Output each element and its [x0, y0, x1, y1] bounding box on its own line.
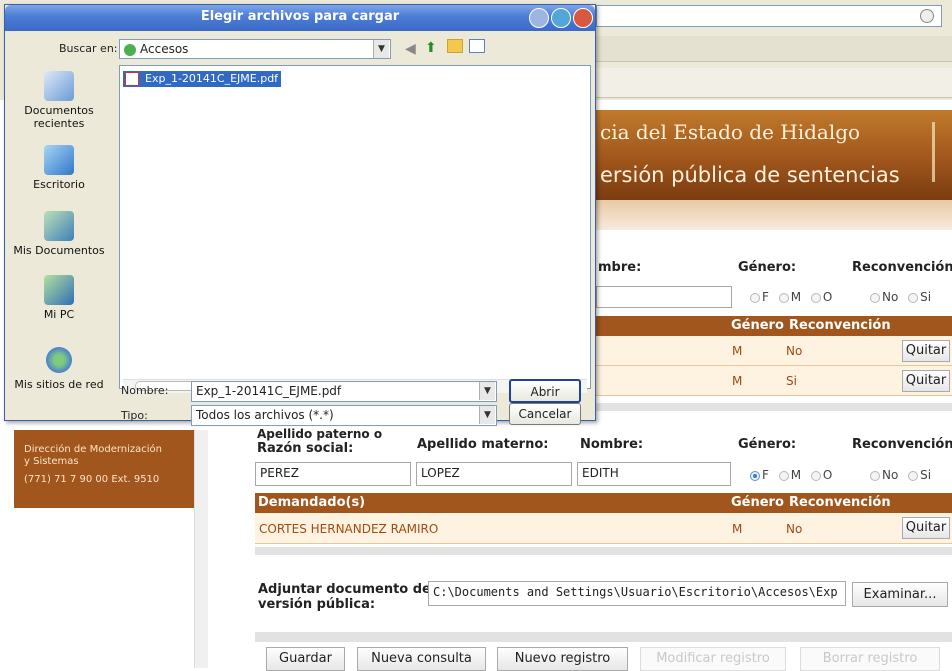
adjuntar-label-1: Adjuntar documento de — [258, 582, 431, 597]
reconvencion-label-1: Reconvención: — [852, 260, 952, 275]
adjuntar-label-2: versión pública: — [258, 597, 376, 612]
file-list[interactable] — [119, 65, 591, 389]
place-my-computer[interactable]: Mi PC — [9, 275, 109, 321]
back-icon[interactable]: ◀ — [405, 41, 416, 57]
nueva-consulta-button[interactable]: Nueva consulta — [357, 647, 486, 671]
place-network[interactable]: Mis sitios de red — [9, 345, 109, 391]
banner-subtitle: ersión pública de sentencias — [600, 163, 900, 187]
address-bar[interactable] — [596, 5, 942, 27]
radio-si-1[interactable] — [908, 292, 919, 303]
cancel-button[interactable]: Cancelar — [509, 403, 581, 425]
radio-f-2[interactable] — [750, 470, 760, 481]
section-divider — [596, 403, 952, 411]
quitar-button[interactable]: Quitar — [902, 517, 950, 539]
apellido-materno-label: Apellido materno: — [417, 437, 549, 452]
new-folder-icon[interactable] — [447, 39, 463, 53]
razon-social-label: Razón social: — [257, 441, 354, 456]
radio-no-2[interactable] — [870, 470, 880, 481]
modificar-registro-button[interactable]: Modificar registro — [640, 647, 786, 671]
chevron-down-icon[interactable]: ▼ — [479, 382, 495, 400]
genero-radios-2[interactable]: F M O — [750, 468, 832, 482]
banner-title: cia del Estado de Hidalgo — [600, 120, 861, 144]
contact-panel: Dirección de Modernización y Sistemas (7… — [14, 430, 194, 508]
close-icon[interactable] — [573, 8, 593, 28]
nombre-input-1[interactable] — [596, 286, 732, 308]
banner-gradient — [596, 200, 952, 230]
filename-input[interactable]: Exp_1-20141C_EJME.pdf — [191, 381, 497, 402]
chevron-down-icon[interactable]: ▼ — [479, 406, 495, 424]
apellido-paterno-input[interactable]: PEREZ — [255, 462, 411, 486]
left-scrollbar[interactable] — [194, 430, 208, 668]
section-divider — [255, 632, 952, 642]
reconvencion-radios-2[interactable]: No Si — [870, 468, 931, 482]
view-menu-icon[interactable] — [469, 39, 485, 53]
radio-o-1[interactable] — [810, 292, 821, 303]
desktop-icon — [44, 145, 74, 175]
place-desktop[interactable]: Escritorio — [9, 145, 109, 191]
folder-icon — [124, 43, 136, 56]
genero-label-2: Género: — [738, 437, 797, 452]
radio-m-2[interactable] — [778, 470, 789, 481]
help-icon[interactable] — [551, 8, 571, 28]
contact-line-2: y Sistemas — [24, 456, 79, 467]
radio-si-2[interactable] — [908, 470, 919, 481]
radio-f-1[interactable] — [750, 292, 760, 303]
look-in-label: Buscar en: — [59, 42, 118, 55]
browser-tabs-strip — [596, 68, 952, 98]
examinar-button[interactable]: Examinar... — [852, 582, 948, 607]
table-header-1: Género Reconvención — [596, 316, 952, 336]
radio-m-1[interactable] — [778, 292, 789, 303]
genero-label-1: Género: — [738, 260, 797, 275]
network-places-icon — [44, 345, 74, 375]
browser-toolbar — [596, 36, 952, 62]
radio-o-2[interactable] — [810, 470, 821, 481]
my-computer-icon — [44, 275, 74, 305]
borrar-registro-button[interactable]: Borrar registro — [800, 647, 940, 671]
contact-line-1: Dirección de Modernización — [24, 444, 163, 455]
table-row: CORTES HERNANDEZ RAMIRO M No — [255, 513, 952, 544]
open-button[interactable]: Abrir — [509, 379, 581, 403]
my-documents-icon — [44, 211, 74, 241]
genero-radios-1[interactable]: F M O — [750, 290, 832, 304]
nuevo-registro-button[interactable]: Nuevo registro — [497, 647, 628, 671]
file-dialog: Elegir archivos para cargar Buscar en: A… — [4, 4, 596, 426]
table-row: M No — [596, 336, 952, 366]
minimize-icon[interactable] — [529, 8, 549, 28]
nombre-label-2: Nombre: — [580, 437, 644, 452]
up-folder-icon[interactable]: ⬆ — [425, 40, 437, 56]
filetype-select[interactable]: Todos los archivos (*.*) — [191, 405, 497, 426]
nombre-input-2[interactable]: EDITH — [577, 462, 731, 486]
place-my-documents[interactable]: Mis Documentos — [9, 211, 109, 257]
apellido-materno-input[interactable]: LOPEZ — [416, 462, 572, 486]
apellido-paterno-label: Apellido paterno o — [257, 427, 383, 441]
banner-emblem-icon — [932, 122, 950, 182]
quitar-button[interactable]: Quitar — [902, 340, 950, 362]
table-row: M Si — [596, 366, 952, 396]
guardar-button[interactable]: Guardar — [266, 647, 345, 671]
demandados-header: Demandado(s) Género Reconvención — [255, 493, 952, 513]
pdf-file-icon — [125, 72, 139, 86]
quitar-button[interactable]: Quitar — [902, 370, 950, 392]
dialog-title: Elegir archivos para cargar — [200, 9, 400, 24]
look-in-select[interactable]: Accesos — [119, 39, 391, 59]
reconvencion-radios-1[interactable]: No Si — [870, 290, 931, 304]
contact-phone: (771) 71 7 90 00 Ext. 9510 — [24, 474, 160, 485]
file-path-input[interactable]: C:\Documents and Settings\Usuario\Escrit… — [428, 581, 846, 606]
file-list-item[interactable]: Exp_1-20141C_EJME.pdf — [123, 71, 282, 87]
radio-no-1[interactable] — [870, 292, 880, 303]
chevron-down-icon[interactable]: ▼ — [373, 40, 389, 58]
place-recent[interactable]: Documentos recientes — [9, 71, 109, 130]
nombre-label-1: mbre: — [598, 260, 642, 275]
recent-documents-icon — [44, 71, 74, 101]
refresh-icon[interactable] — [920, 9, 934, 23]
filename-label: Nombre: — [121, 384, 169, 397]
filetype-label: Tipo: — [121, 409, 148, 422]
section-divider — [255, 547, 952, 555]
reconvencion-label-2: Reconvención: — [852, 437, 952, 452]
